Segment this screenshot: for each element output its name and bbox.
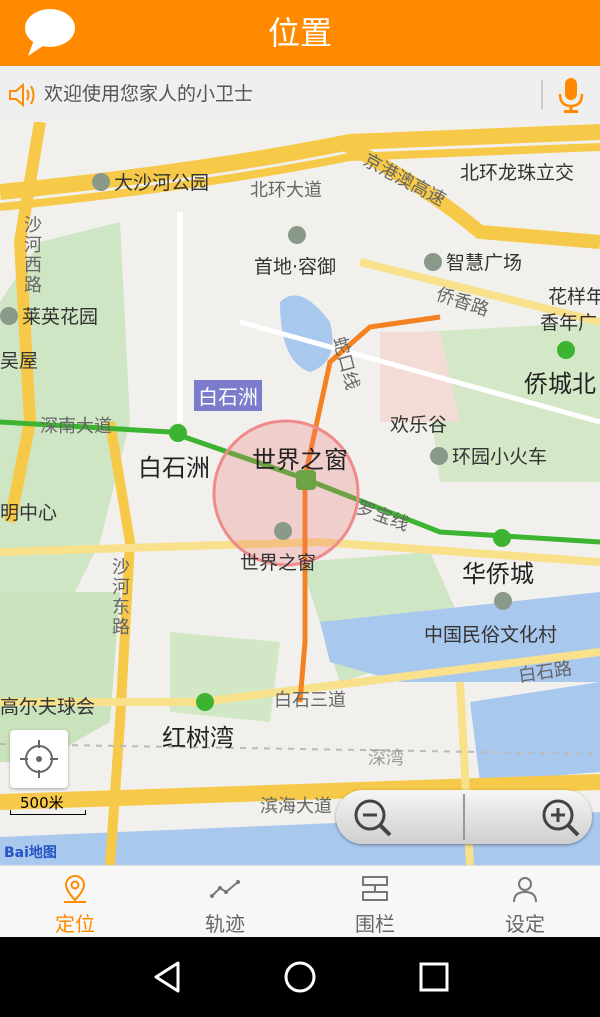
attraction-icon (274, 522, 292, 540)
map-view[interactable]: 大沙河公园 北环大道 京港澳高速 北环龙珠立交 沙河西路 智慧广场 首地·容御 … (0, 122, 600, 865)
map-label-beihuan: 北环大道 (250, 180, 322, 201)
scale-bar (10, 810, 86, 815)
map-label-mingzhong: 明中心 (0, 502, 58, 524)
zoom-control (336, 790, 592, 844)
baidu-logo: Bai地图 (4, 845, 57, 861)
attraction-icon (430, 447, 448, 465)
map-label-folk: 中国民俗文化村 (424, 592, 557, 647)
crosshair-icon (20, 740, 58, 778)
tab-fence[interactable]: 围栏 (300, 866, 450, 938)
map-label-hongshu: 红树湾 (162, 724, 234, 752)
microphone-icon[interactable] (556, 76, 586, 114)
zoom-in-button[interactable] (464, 790, 592, 844)
map-label-window-station: 世界之窗 (252, 446, 348, 474)
recents-icon[interactable] (416, 959, 452, 995)
map-label-xiangnian: 香年广 (540, 312, 598, 334)
zoom-out-button[interactable] (336, 790, 464, 844)
map-label-shenwan: 深湾 (368, 748, 404, 769)
app-header: 位置 (0, 0, 600, 66)
zoom-out-icon (354, 799, 392, 837)
track-icon (210, 880, 240, 898)
tab-settings[interactable]: 设定 (450, 866, 600, 938)
system-nav-bar (0, 937, 600, 1017)
park-icon (92, 173, 110, 191)
tab-location[interactable]: 定位 (0, 866, 150, 938)
map-label-window-poi: 世界之窗 (240, 522, 316, 575)
map-label-golf: 高尔夫球会 (0, 696, 96, 718)
back-icon[interactable] (150, 959, 186, 995)
map-label-huayang: 花样年 (548, 286, 600, 308)
speaker-icon (9, 82, 35, 108)
locate-button[interactable] (10, 730, 68, 788)
map-label-zhihui: 智慧广场 (424, 248, 522, 275)
map-label-laiying: 莱英花园 (0, 302, 98, 329)
map-label-baishizhou: 白石洲 (138, 454, 210, 482)
map-label-huanle: 欢乐谷 (390, 414, 448, 436)
map-label-shahe-west: 沙河西路 (24, 215, 42, 296)
tab-label: 定位 (55, 912, 95, 936)
map-label-beihuan-lz: 北环龙珠立交 (460, 162, 575, 184)
map-label-huaqiao: 华侨城 (462, 560, 534, 588)
map-label-shennan: 深南大道 (40, 416, 112, 437)
building-icon (424, 253, 442, 271)
map-label-huanyuan: 环园小火车 (430, 442, 547, 469)
notice-text: 欢迎使用您家人的小卫士 (44, 83, 254, 105)
map-label-qiaocheng-north: 侨城北 (524, 370, 596, 398)
tab-label: 设定 (505, 912, 545, 936)
divider (541, 80, 543, 110)
map-label-binhai: 滨海大道 (260, 796, 332, 817)
home-icon[interactable] (282, 959, 318, 995)
notice-bar: 欢迎使用您家人的小卫士 (0, 66, 600, 123)
building-icon (0, 307, 18, 325)
map-scale: 500米 (6, 792, 86, 816)
tab-label: 轨迹 (205, 912, 245, 936)
page-title: 位置 (267, 14, 332, 52)
attraction-icon (494, 592, 512, 610)
tab-bar: 定位 轨迹 围栏 设定 (0, 865, 600, 938)
building-icon (288, 226, 306, 244)
map-label-wuwu: 吴屋 (0, 350, 39, 372)
map-label-baishizhou-highlight: 白石洲 (194, 380, 262, 411)
tab-label: 围栏 (355, 912, 395, 936)
tab-track[interactable]: 轨迹 (150, 866, 300, 938)
location-pin-icon (64, 874, 86, 903)
map-label-dasha-park: 大沙河公园 (92, 168, 209, 195)
map-label-baishisan: 白石三道 (274, 690, 346, 711)
user-icon (513, 877, 537, 903)
map-label-shoudi: 首地·容御 (254, 226, 336, 279)
fence-icon (362, 876, 388, 901)
zoom-in-icon (542, 799, 580, 837)
map-label-shahe-east: 沙河东路 (112, 557, 130, 638)
